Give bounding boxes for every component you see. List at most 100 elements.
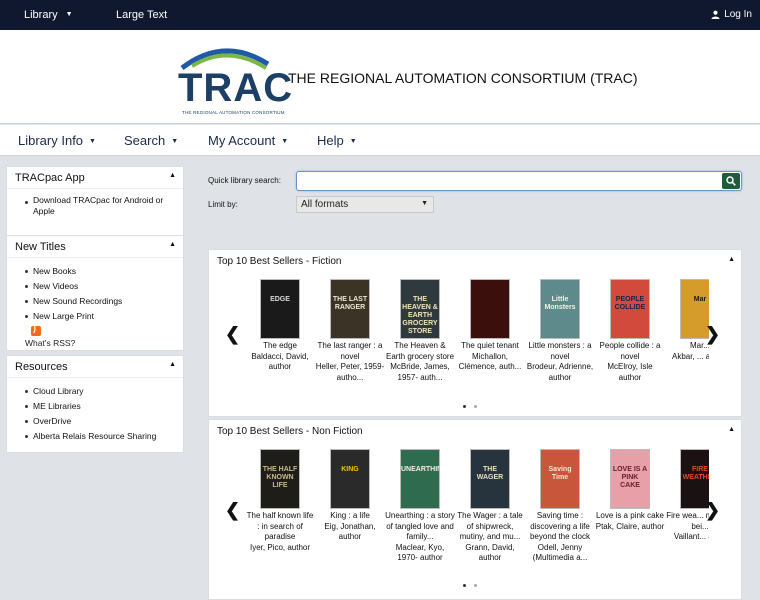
panel-header[interactable]: Top 10 Best Sellers - Fiction ▲ — [209, 250, 741, 272]
book-cover-image[interactable]: LOVE IS A PINK CAKE — [610, 449, 650, 509]
book-title[interactable]: The edge — [245, 341, 315, 352]
panel-header[interactable]: TRACpac App ▲ — [7, 167, 183, 189]
carousel-dot[interactable] — [474, 584, 477, 587]
book-cover-image[interactable]: Saving Time — [540, 449, 580, 509]
sidebar-item-download-app[interactable]: Download TRACpac for Android or Apple — [25, 195, 183, 219]
book-title[interactable]: King : a life — [315, 511, 385, 522]
book-item[interactable]: KING King : a life Eig, Jonathan, author — [315, 449, 385, 543]
book-cover-image[interactable] — [470, 279, 510, 339]
book-item[interactable]: The quiet tenant Michallon, Clémence, aut… — [455, 279, 525, 373]
caret-down-icon: ▼ — [89, 138, 96, 145]
panel-title: Top 10 Best Sellers - Fiction — [217, 256, 342, 267]
nav-my-account[interactable]: My Account ▼ — [208, 133, 288, 148]
sidebar-item-new-books[interactable]: New Books — [25, 264, 183, 279]
collapse-icon[interactable]: ▲ — [728, 256, 735, 263]
book-title[interactable]: The Wager : a tale of shipwreck, mutiny,… — [455, 511, 525, 543]
quick-search-label: Quick library search: — [208, 176, 281, 185]
sidebar-item-cloud-library[interactable]: Cloud Library — [25, 384, 183, 399]
book-title[interactable]: Little monsters : a novel — [525, 341, 595, 362]
book-item[interactable]: PEOPLE COLLIDE People collide : a novel Mc… — [595, 279, 665, 383]
format-select[interactable]: All formats ▼ — [296, 196, 434, 213]
book-item[interactable]: Mar Mar...Akbar, ... auth... — [665, 279, 709, 362]
book-author: Michallon, Clémence, auth... — [458, 351, 522, 372]
book-item[interactable]: THE LAST RANGER The last ranger : a novel… — [315, 279, 385, 383]
sidebar-item-overdrive[interactable]: OverDrive — [25, 414, 183, 429]
nav-library-info[interactable]: Library Info ▼ — [18, 133, 96, 148]
book-cover-image[interactable]: Little Monsters — [540, 279, 580, 339]
book-author: Baldacci, David, author — [251, 351, 309, 372]
panel-header[interactable]: Top 10 Best Sellers - Non Fiction ▲ — [209, 420, 741, 442]
sidebar-item-me-libraries[interactable]: ME Libraries — [25, 399, 183, 414]
book-item[interactable]: THE HEAVEN & EARTH GROCERY STORE The Heav… — [385, 279, 455, 383]
book-title[interactable]: The half known life : in search of parad… — [245, 511, 315, 543]
collapse-icon[interactable]: ▲ — [169, 172, 176, 179]
book-cover-text: Little Monsters — [544, 296, 576, 311]
book-item[interactable]: Saving Time Saving time : discovering a l… — [525, 449, 595, 564]
trac-logo[interactable]: TRAC THE REGIONAL AUTOMATION CONSORTIUM — [176, 42, 292, 118]
book-item[interactable]: THE HALF KNOWN LIFE The half known life :… — [245, 449, 315, 553]
book-item[interactable]: UNEARTHING Unearthing : a story of tangle… — [385, 449, 455, 564]
library-menu[interactable]: Library ▼ — [24, 9, 73, 21]
book-title[interactable]: The Heaven & Earth grocery store — [385, 341, 455, 362]
caret-down-icon: ▼ — [65, 11, 73, 18]
fiction-carousel-panel: Top 10 Best Sellers - Fiction ▲ ❮ EDGE The… — [208, 249, 742, 417]
book-cover-text: THE HALF KNOWN LIFE — [262, 466, 298, 489]
book-cover-image[interactable]: THE HEAVEN & EARTH GROCERY STORE — [400, 279, 440, 339]
limit-by-label: Limit by: — [208, 200, 238, 209]
book-cover-text: THE HEAVEN & EARTH GROCERY STORE — [402, 296, 438, 335]
book-cover-image[interactable]: THE LAST RANGER — [330, 279, 370, 339]
whats-rss-link[interactable]: What's RSS? — [7, 338, 183, 354]
book-item[interactable]: FIRE WEATHER Fire wea... makin... bei...V… — [665, 449, 709, 543]
carousel-dot[interactable] — [474, 405, 477, 408]
top-bar: Library ▼ Large Text Log In — [0, 0, 760, 30]
book-author: Maclear, Kyo, 1970- author — [395, 542, 445, 563]
panel-header[interactable]: New Titles ▲ — [7, 236, 183, 258]
book-item[interactable]: LOVE IS A PINK CAKE Love is a pink cake Pt… — [595, 449, 665, 532]
panel-header[interactable]: Resources ▲ — [7, 356, 183, 378]
book-item[interactable]: THE WAGER The Wager : a tale of shipwreck… — [455, 449, 525, 564]
book-title[interactable]: Saving time : discovering a life beyond … — [525, 511, 595, 543]
format-select-value: All formats — [301, 199, 349, 210]
book-title[interactable]: Mar... — [665, 341, 709, 352]
sidebar-item-alberta-relais[interactable]: Alberta Relais Resource Sharing — [25, 429, 183, 444]
book-author: Eig, Jonathan, author — [324, 521, 376, 542]
book-cover-image[interactable]: PEOPLE COLLIDE — [610, 279, 650, 339]
carousel-next-button[interactable]: ❯ — [705, 500, 720, 521]
large-text-toggle[interactable]: Large Text — [116, 9, 167, 21]
book-title[interactable]: Unearthing : a story of tangled love and… — [385, 511, 455, 543]
nav-search[interactable]: Search ▼ — [124, 133, 178, 148]
carousel-dot[interactable] — [463, 584, 466, 587]
book-cover-image[interactable]: KING — [330, 449, 370, 509]
nav-help[interactable]: Help ▼ — [317, 133, 357, 148]
collapse-icon[interactable]: ▲ — [728, 426, 735, 433]
sidebar-item-new-large-print[interactable]: New Large Print — [25, 309, 183, 324]
carousel-prev-button[interactable]: ❮ — [225, 324, 240, 345]
collapse-icon[interactable]: ▲ — [169, 361, 176, 368]
carousel-prev-button[interactable]: ❮ — [225, 500, 240, 521]
book-title[interactable]: Love is a pink cake — [595, 511, 665, 522]
book-author: Iyer, Pico, author — [249, 542, 311, 552]
sidebar-item-new-sound-recordings[interactable]: New Sound Recordings — [25, 294, 183, 309]
collapse-icon[interactable]: ▲ — [169, 241, 176, 248]
search-button[interactable] — [722, 173, 740, 189]
panel-title: Top 10 Best Sellers - Non Fiction — [217, 426, 363, 437]
quick-search-input[interactable] — [297, 172, 717, 190]
book-cover-image[interactable]: UNEARTHING — [400, 449, 440, 509]
book-cover-image[interactable]: THE WAGER — [470, 449, 510, 509]
rss-icon[interactable] — [31, 323, 41, 336]
login-link[interactable]: Log In — [711, 9, 752, 20]
book-item[interactable]: EDGE The edge Baldacci, David, author — [245, 279, 315, 373]
carousel-next-button[interactable]: ❯ — [705, 324, 720, 345]
book-title[interactable]: The quiet tenant — [455, 341, 525, 352]
sidebar-item-new-videos[interactable]: New Videos — [25, 279, 183, 294]
book-title[interactable]: The last ranger : a novel — [315, 341, 385, 362]
book-cover-text: LOVE IS A PINK CAKE — [612, 466, 648, 489]
book-item[interactable]: Little Monsters Little monsters : a novel… — [525, 279, 595, 383]
book-title[interactable]: Fire wea... makin... bei... — [665, 511, 709, 532]
book-author: McBride, James, 1957- auth... — [390, 362, 450, 382]
book-cover-image[interactable]: EDGE — [260, 279, 300, 339]
book-cover-image[interactable]: THE HALF KNOWN LIFE — [260, 449, 300, 509]
book-cover-text: THE WAGER — [476, 466, 504, 481]
book-title[interactable]: People collide : a novel — [595, 341, 665, 362]
carousel-dot[interactable] — [463, 405, 466, 408]
